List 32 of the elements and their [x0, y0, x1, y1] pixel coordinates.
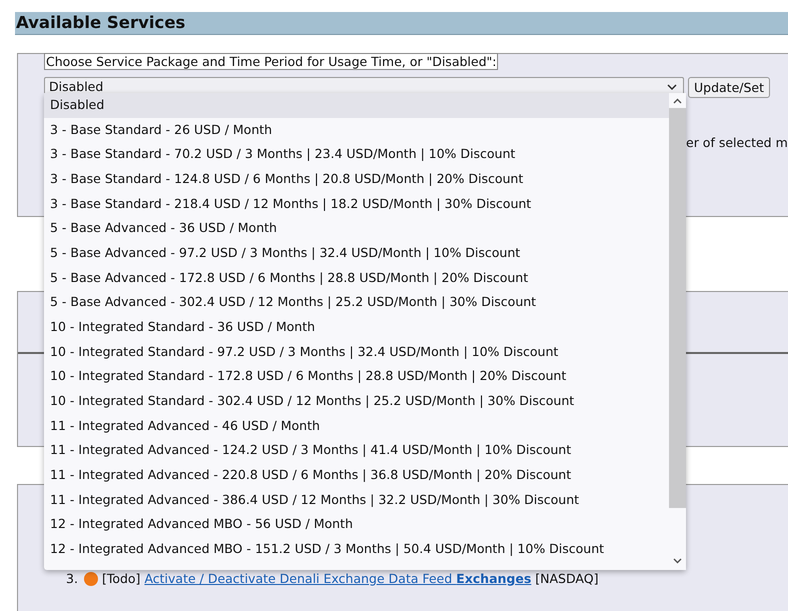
dropdown-option[interactable]: 11 - Integrated Advanced - 386.4 USD / 12 Months | 32.2 USD/Month | 30% Discount	[44, 488, 669, 512]
dropdown-option[interactable]: 10 - Integrated Standard - 97.2 USD / 3 Months | 32.4 USD/Month | 10% Discount	[44, 340, 669, 364]
dropdown-option[interactable]: 11 - Integrated Advanced - 46 USD / Month	[44, 414, 669, 438]
dropdown-option[interactable]: 5 - Base Advanced - 36 USD / Month	[44, 216, 669, 241]
list-number: 3.	[66, 571, 78, 586]
dropdown-option[interactable]: 12 - Integrated Advanced MBO - 151.2 USD / 3 Months | 50.4 USD/Month | 10% Discount	[44, 536, 669, 562]
dropdown-option[interactable]: 12 - Integrated Advanced MBO - 56 USD / Month	[44, 512, 669, 537]
task-link[interactable]: Activate / Deactivate Denali Exchange Data Feed Exchanges	[144, 571, 532, 586]
dropdown-option[interactable]: 3 - Base Standard - 218.4 USD / 12 Months | 18.2 USD/Month | 30% Discount	[44, 192, 669, 216]
dropdown-option[interactable]: 3 - Base Standard - 26 USD / Month	[44, 118, 669, 142]
dropdown-option[interactable]: 11 - Integrated Advanced - 220.8 USD / 6 Months | 36.8 USD/Month | 20% Discount	[44, 462, 669, 488]
dropdown-option[interactable]: 10 - Integrated Standard - 172.8 USD / 6 Months | 28.8 USD/Month | 20% Discount	[44, 364, 669, 389]
scroll-thumb[interactable]	[669, 108, 686, 508]
dropdown-option[interactable]: 5 - Base Advanced - 172.8 USD / 6 Months | 28.8 USD/Month | 20% Discount	[44, 266, 669, 290]
dropdown-option[interactable]: 3 - Base Standard - 70.2 USD / 3 Months | 23.4 USD/Month | 10% Discount	[44, 142, 669, 167]
dropdown-option[interactable]: 10 - Integrated Standard - 36 USD / Month	[44, 314, 669, 340]
update-set-button[interactable]: Update/Set	[688, 77, 770, 98]
scrollbar[interactable]	[669, 93, 686, 570]
dropdown-option[interactable]: 5 - Base Advanced - 302.4 USD / 12 Months | 25.2 USD/Month | 30% Discount	[44, 290, 669, 315]
section-header: Available Services	[15, 12, 788, 35]
note-text: er of selected m	[686, 135, 788, 150]
dropdown-option[interactable]: Disabled	[44, 93, 669, 118]
scroll-up-icon[interactable]	[673, 98, 682, 104]
fieldset-legend: Choose Service Package and Time Period for Usage Time, or "Disabled":	[44, 53, 498, 70]
exchange-tag: [NASDAQ]	[535, 571, 598, 586]
chevron-down-icon	[667, 84, 677, 90]
scroll-down-icon[interactable]	[673, 558, 682, 564]
task-tag: [Todo]	[102, 571, 140, 586]
dropdown-option[interactable]: 10 - Integrated Standard - 302.4 USD / 12 Months | 25.2 USD/Month | 30% Discount	[44, 388, 669, 414]
dropdown-option[interactable]: 11 - Integrated Advanced - 124.2 USD / 3 Months | 41.4 USD/Month | 10% Discount	[44, 438, 669, 463]
dropdown-option[interactable]: 5 - Base Advanced - 97.2 USD / 3 Months | 32.4 USD/Month | 10% Discount	[44, 240, 669, 266]
dropdown-option[interactable]: 3 - Base Standard - 124.8 USD / 6 Months | 20.8 USD/Month | 20% Discount	[44, 166, 669, 192]
